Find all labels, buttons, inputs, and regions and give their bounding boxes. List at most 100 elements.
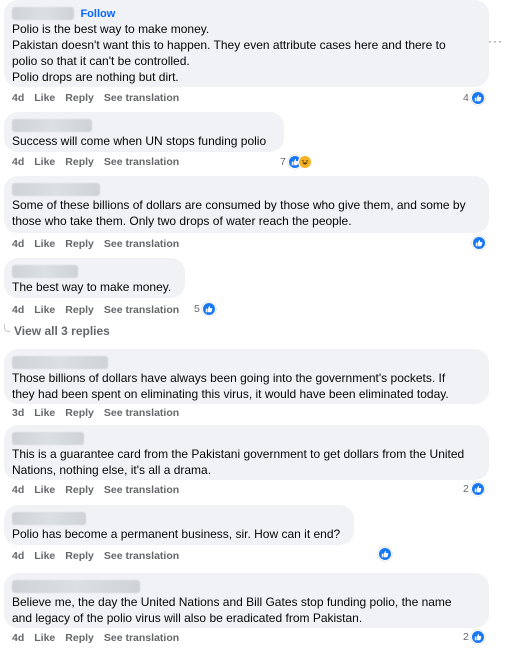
reply-button[interactable]: Reply bbox=[65, 484, 94, 496]
comment-actions: 4d Like Reply See translation bbox=[12, 238, 189, 250]
reaction-count: 5 bbox=[194, 303, 200, 315]
reaction-summary[interactable]: 4 bbox=[463, 91, 485, 105]
like-button[interactable]: Like bbox=[34, 407, 55, 419]
reply-button[interactable]: Reply bbox=[65, 550, 94, 562]
comment-line: Pakistan doesn't want this to happen. Th… bbox=[12, 38, 446, 52]
comment-actions: 4d Like Reply See translation bbox=[12, 92, 189, 104]
reply-thread-connector bbox=[4, 324, 10, 332]
reply-button[interactable]: Reply bbox=[65, 632, 94, 644]
comment-text: This is a guarantee card from the Pakist… bbox=[12, 446, 481, 478]
comment-text: Success will come when UN stops funding … bbox=[12, 133, 276, 149]
comment-line: Polio is the best way to make money. bbox=[12, 22, 210, 36]
comment-bubble: Some of these billions of dollars are co… bbox=[4, 176, 489, 233]
comment-line: This is a guarantee card from the Pakist… bbox=[12, 447, 465, 461]
reaction-count: 4 bbox=[463, 92, 469, 104]
follow-button[interactable]: Follow bbox=[80, 8, 115, 20]
comment-line: Success will come when UN stops funding … bbox=[12, 134, 267, 148]
comment-text: Some of these billions of dollars are co… bbox=[12, 197, 481, 229]
commenter-name-redacted[interactable] bbox=[12, 265, 78, 279]
reaction-count: 7 bbox=[280, 156, 286, 168]
like-icon bbox=[470, 630, 485, 644]
comment-text: The best way to make money. bbox=[12, 279, 177, 295]
timestamp[interactable]: 3d bbox=[12, 407, 24, 419]
reply-button[interactable]: Reply bbox=[65, 92, 94, 104]
timestamp[interactable]: 4d bbox=[12, 632, 24, 644]
commenter-name-redacted[interactable] bbox=[12, 183, 100, 197]
reply-button[interactable]: Reply bbox=[65, 156, 94, 168]
comment-bubble: The best way to make money. bbox=[4, 258, 185, 298]
see-translation-link[interactable]: See translation bbox=[104, 407, 179, 419]
reaction-count: 2 bbox=[463, 631, 469, 643]
reaction-summary[interactable]: 5 bbox=[194, 302, 216, 316]
more-options-icon[interactable]: ··· bbox=[488, 34, 503, 48]
comment-line: Those billions of dollars have always be… bbox=[12, 371, 446, 385]
see-translation-link[interactable]: See translation bbox=[104, 304, 179, 316]
comment-actions: 4d Like Reply See translation bbox=[12, 304, 189, 316]
comment-bubble: This is a guarantee card from the Pakist… bbox=[4, 425, 489, 480]
reply-button[interactable]: Reply bbox=[65, 304, 94, 316]
comment-actions: 4d Like Reply See translation bbox=[12, 484, 189, 496]
reply-button[interactable]: Reply bbox=[65, 238, 94, 250]
reaction-summary[interactable] bbox=[378, 547, 392, 561]
timestamp[interactable]: 4d bbox=[12, 238, 24, 250]
comment-text: Those billions of dollars have always be… bbox=[12, 370, 481, 402]
like-icon bbox=[472, 236, 486, 250]
like-button[interactable]: Like bbox=[34, 304, 55, 316]
see-translation-link[interactable]: See translation bbox=[104, 238, 179, 250]
commenter-name-redacted[interactable] bbox=[12, 432, 84, 446]
like-icon bbox=[470, 482, 485, 496]
like-icon bbox=[470, 91, 485, 105]
like-button[interactable]: Like bbox=[34, 550, 55, 562]
like-button[interactable]: Like bbox=[34, 632, 55, 644]
see-translation-link[interactable]: See translation bbox=[104, 550, 179, 562]
like-button[interactable]: Like bbox=[34, 484, 55, 496]
like-button[interactable]: Like bbox=[34, 238, 55, 250]
like-button[interactable]: Like bbox=[34, 92, 55, 104]
comment-line: and legacy of the polio virus will also … bbox=[12, 611, 363, 625]
comment-line: Polio drops are nothing but dirt. bbox=[12, 70, 179, 84]
comment-line: The best way to make money. bbox=[12, 280, 172, 294]
reaction-summary[interactable]: 2 bbox=[463, 630, 485, 644]
comment-actions: 4d Like Reply See translation bbox=[12, 632, 189, 644]
see-translation-link[interactable]: See translation bbox=[104, 156, 179, 168]
haha-icon bbox=[297, 155, 312, 169]
comment-bubble: Success will come when UN stops funding … bbox=[4, 112, 284, 152]
comment-line: Polio has become a permanent business, s… bbox=[12, 527, 341, 541]
view-replies-label: View all 3 replies bbox=[14, 324, 110, 338]
comment-line: polio so that it can't be controlled. bbox=[12, 54, 190, 68]
reaction-summary[interactable] bbox=[472, 236, 486, 250]
comment-line: those who take them. Only two drops of w… bbox=[12, 214, 352, 228]
see-translation-link[interactable]: See translation bbox=[104, 632, 179, 644]
comment-line: Believe me, the day the United Nations a… bbox=[12, 595, 452, 609]
comment-bubble: Believe me, the day the United Nations a… bbox=[4, 573, 489, 628]
see-translation-link[interactable]: See translation bbox=[104, 92, 179, 104]
timestamp[interactable]: 4d bbox=[12, 550, 24, 562]
commenter-name-redacted[interactable] bbox=[12, 512, 86, 526]
commenter-name-redacted[interactable] bbox=[12, 356, 108, 370]
comment-line: they had been spent on eliminating this … bbox=[12, 387, 449, 401]
commenter-name-redacted[interactable] bbox=[12, 119, 92, 133]
comment-bubble: Those billions of dollars have always be… bbox=[4, 349, 489, 404]
comment-actions: 4d Like Reply See translation bbox=[12, 550, 189, 562]
reaction-summary[interactable]: 2 bbox=[463, 482, 485, 496]
reply-button[interactable]: Reply bbox=[65, 407, 94, 419]
comment-bubble: Follow Polio is the best way to make mon… bbox=[4, 0, 489, 87]
comment-text: Polio has become a permanent business, s… bbox=[12, 526, 346, 542]
comment-text: Polio is the best way to make money. Pak… bbox=[12, 21, 481, 85]
timestamp[interactable]: 4d bbox=[12, 156, 24, 168]
comment-line: Nations, nothing else, it's all a drama. bbox=[12, 463, 212, 477]
like-icon bbox=[201, 302, 216, 316]
like-button[interactable]: Like bbox=[34, 156, 55, 168]
commenter-name-redacted[interactable] bbox=[12, 7, 74, 21]
timestamp[interactable]: 4d bbox=[12, 484, 24, 496]
comment-text: Believe me, the day the United Nations a… bbox=[12, 594, 481, 626]
comment-bubble: Polio has become a permanent business, s… bbox=[4, 505, 354, 545]
timestamp[interactable]: 4d bbox=[12, 304, 24, 316]
reaction-summary[interactable]: 7 bbox=[280, 155, 312, 169]
like-icon bbox=[378, 547, 392, 561]
timestamp[interactable]: 4d bbox=[12, 92, 24, 104]
reaction-count: 2 bbox=[463, 483, 469, 495]
commenter-name-redacted[interactable] bbox=[12, 580, 140, 594]
view-replies-link[interactable]: View all 3 replies bbox=[4, 324, 110, 338]
see-translation-link[interactable]: See translation bbox=[104, 484, 179, 496]
